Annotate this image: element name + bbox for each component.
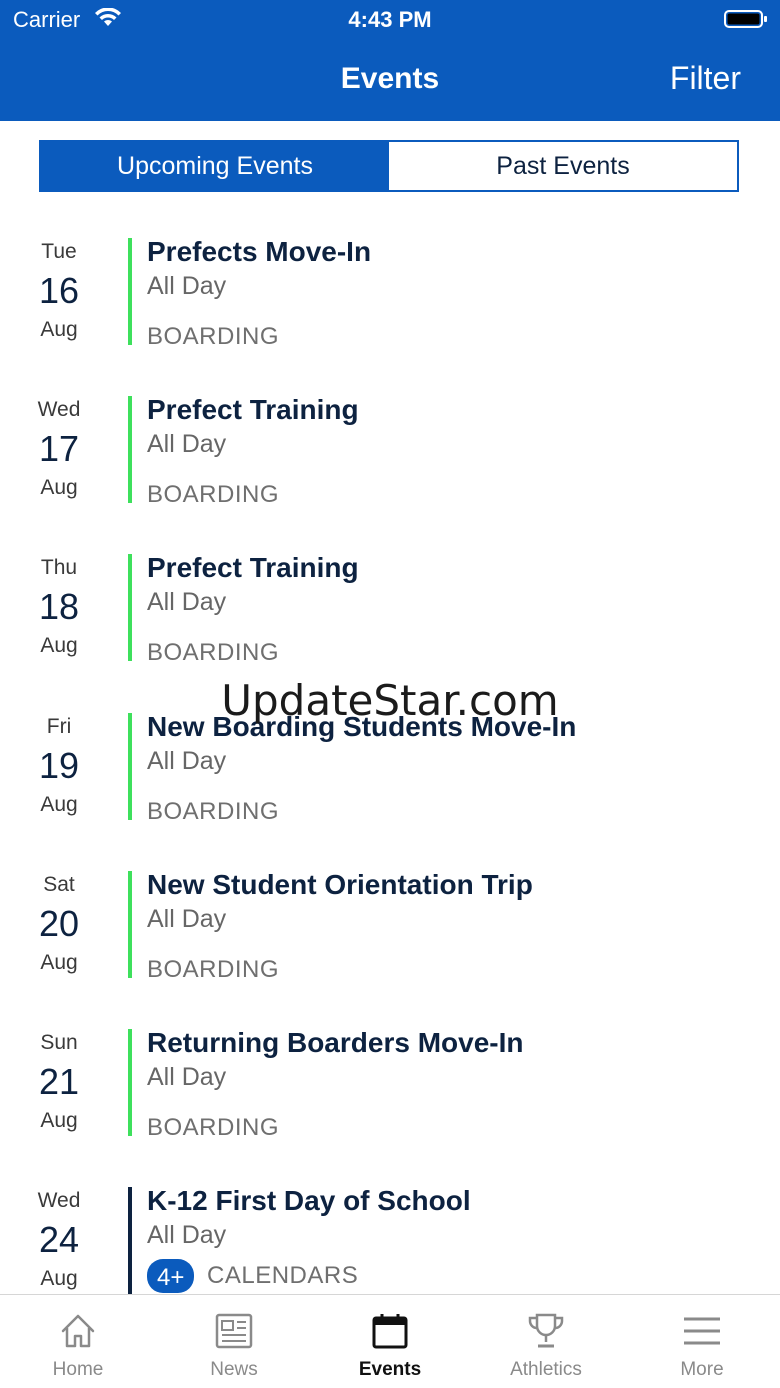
event-category: BOARDING — [147, 639, 280, 667]
event-weekday: Wed — [37, 398, 81, 422]
tab-news[interactable]: News — [156, 1295, 312, 1388]
event-title: Returning Boarders Move-In — [147, 1026, 524, 1058]
event-date: Sat 20 Aug — [0, 873, 118, 975]
event-category: CALENDARS — [207, 1262, 359, 1290]
event-title: Prefects Move-In — [147, 236, 372, 267]
tab-athletics[interactable]: Athletics — [468, 1295, 624, 1388]
event-category: BOARDING — [147, 1113, 280, 1141]
event-day-number: 24 — [38, 1219, 80, 1261]
event-row[interactable]: Wed 24 Aug K-12 First Day of School All … — [0, 1175, 780, 1294]
event-month: Aug — [40, 318, 78, 341]
event-date: Thu 18 Aug — [0, 556, 118, 658]
event-date: Wed 24 Aug — [0, 1189, 118, 1291]
event-row[interactable]: Sat 20 Aug New Student Orientation Trip … — [0, 859, 780, 1017]
events-list: Tue 16 Aug Prefects Move-In All Day BOAR… — [0, 226, 780, 1294]
tab-upcoming-events[interactable]: Upcoming Events — [41, 142, 389, 190]
app-header: Carrier 4:43 PM Events Filter — [0, 0, 780, 121]
event-day-number: 19 — [38, 744, 80, 786]
event-time: All Day — [147, 746, 227, 775]
category-color-bar — [128, 238, 132, 345]
category-color-bar — [128, 870, 132, 978]
event-month: Aug — [40, 1108, 78, 1132]
event-date: Tue 16 Aug — [0, 240, 118, 342]
event-date: Sun 21 Aug — [0, 1031, 118, 1133]
calendar-icon — [372, 1314, 408, 1349]
event-category: BOARDING — [147, 323, 280, 350]
event-weekday: Sat — [43, 872, 75, 896]
category-color-bar — [128, 554, 132, 662]
status-time: 4:43 PM — [348, 7, 432, 32]
calendars-count-badge: 4+ — [147, 1259, 195, 1294]
event-day-number: 16 — [38, 270, 80, 311]
status-bar: Carrier 4:43 PM — [0, 0, 780, 40]
category-color-bar — [128, 1028, 132, 1136]
event-category: BOARDING — [147, 797, 280, 825]
tab-label: Athletics — [510, 1359, 582, 1380]
tab-past-events[interactable]: Past Events — [389, 142, 737, 190]
event-date: Wed 17 Aug — [0, 398, 118, 500]
event-day-number: 20 — [38, 902, 80, 944]
event-weekday: Thu — [40, 556, 78, 580]
event-title: New Student Orientation Trip — [147, 868, 533, 900]
event-category: BOARDING — [147, 481, 280, 509]
tab-label: Home — [52, 1359, 104, 1380]
tab-label: News — [210, 1359, 258, 1380]
event-month: Aug — [40, 792, 78, 816]
event-day-number: 21 — [38, 1060, 80, 1102]
event-time: All Day — [147, 430, 227, 459]
tab-home[interactable]: Home — [0, 1295, 156, 1388]
event-time: All Day — [147, 1062, 227, 1091]
tab-label: More — [680, 1359, 724, 1380]
event-month: Aug — [40, 476, 78, 500]
tab-events[interactable]: Events — [312, 1295, 468, 1388]
page-title: Events — [340, 62, 440, 95]
bottom-tab-bar: Home News Events Athletics More — [0, 1294, 780, 1388]
event-title: K-12 First Day of School — [147, 1185, 471, 1217]
event-title: Prefect Training — [147, 394, 359, 426]
event-month: Aug — [40, 950, 78, 974]
filter-button[interactable]: Filter — [670, 60, 741, 97]
battery-icon — [724, 10, 767, 28]
tab-label: Events — [358, 1359, 422, 1380]
event-weekday: Tue — [41, 240, 77, 263]
event-month: Aug — [40, 1267, 78, 1291]
event-row[interactable]: Tue 16 Aug Prefects Move-In All Day BOAR… — [0, 226, 780, 384]
event-day-number: 18 — [38, 586, 80, 628]
event-time: All Day — [147, 272, 227, 300]
event-time: All Day — [147, 1221, 227, 1250]
category-color-bar — [128, 1187, 132, 1294]
watermark-text: UpdateStar.com — [221, 676, 559, 725]
event-weekday: Wed — [37, 1189, 81, 1213]
event-date: Fri 19 Aug — [0, 715, 118, 817]
menu-icon — [684, 1317, 720, 1345]
tab-more[interactable]: More — [624, 1295, 780, 1388]
event-category: BOARDING — [147, 955, 280, 983]
event-weekday: Sun — [40, 1030, 78, 1054]
event-time: All Day — [147, 904, 227, 933]
event-day-number: 17 — [38, 428, 80, 470]
newspaper-icon — [215, 1313, 253, 1349]
event-time: All Day — [147, 588, 227, 617]
category-color-bar — [128, 396, 132, 504]
trophy-icon — [528, 1313, 564, 1348]
event-month: Aug — [40, 634, 78, 658]
event-range-segmented-control: Upcoming Events Past Events — [39, 140, 739, 192]
event-title: Prefect Training — [147, 552, 359, 584]
event-row[interactable]: Wed 17 Aug Prefect Training All Day BOAR… — [0, 384, 780, 542]
event-row[interactable]: Sun 21 Aug Returning Boarders Move-In Al… — [0, 1017, 780, 1175]
category-color-bar — [128, 712, 132, 820]
home-icon — [61, 1314, 95, 1348]
